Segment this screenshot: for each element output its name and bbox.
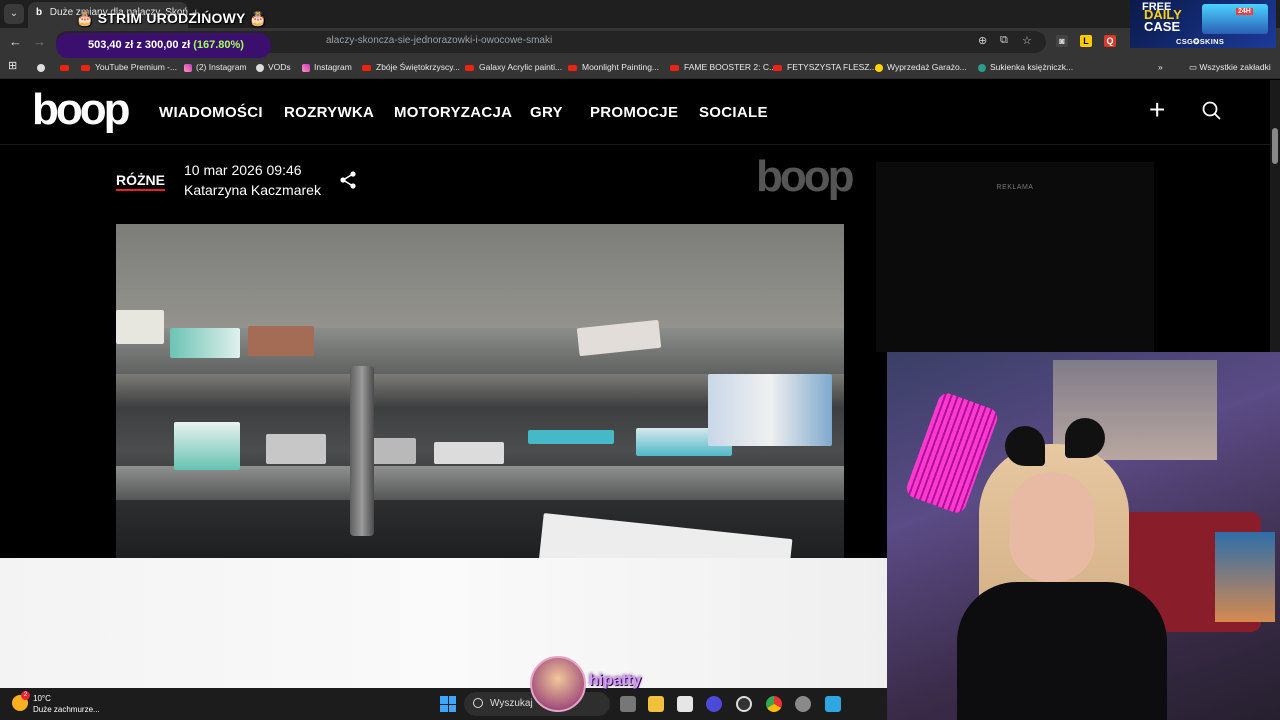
vape-device — [350, 366, 374, 536]
install-app-icon[interactable]: ⧉ — [1000, 34, 1008, 47]
product-pack — [174, 422, 240, 470]
bookmark-item[interactable]: FAME BOOSTER 2: C... — [670, 62, 776, 72]
shelf-lower — [116, 466, 844, 500]
donation-percent: (167.80%) — [193, 39, 244, 51]
weather-desc: Duże zachmurze... — [33, 705, 100, 714]
product-pack — [170, 328, 240, 358]
case-image: 24H — [1202, 4, 1268, 34]
site-favicon-icon: b — [36, 7, 43, 18]
store-icon[interactable] — [677, 696, 693, 712]
windows-taskbar: 2 10°C Duże zachmurze... Wyszukaj — [0, 688, 887, 720]
ad-slot[interactable]: REKLAMA — [876, 162, 1154, 352]
apps-grid-icon[interactable]: ⊞ — [8, 59, 17, 72]
bookmark-item[interactable]: Instagram — [302, 62, 352, 72]
nav-item[interactable]: SOCIALE — [699, 104, 768, 121]
article-date: 10 mar 2026 09:46 — [184, 162, 302, 178]
bookmarks-bar: ⊞ YouTube Premium -... (2) Instagram VOD… — [0, 56, 1280, 79]
cat-ear-right — [1065, 418, 1105, 458]
article-author[interactable]: Katarzyna Kaczmarek — [184, 182, 321, 198]
bookmark-star-icon[interactable]: ☆ — [1022, 34, 1032, 47]
bookmark-item[interactable]: VODs — [256, 62, 291, 72]
webcam-feed — [887, 352, 1280, 720]
product-pack — [434, 442, 504, 464]
chrome-icon[interactable] — [766, 696, 782, 712]
document-paper — [537, 513, 793, 558]
bookmark-item[interactable]: Sukienka księżniczk... — [978, 62, 1073, 72]
taskbar-search-icon — [473, 698, 483, 708]
stream-title: 🎂 STRIM URODZIŃOWY 🎂 — [76, 10, 268, 26]
back-icon[interactable]: ← — [9, 34, 22, 49]
nav-item[interactable]: WIADOMOŚCI — [159, 104, 263, 121]
product-pack — [708, 374, 832, 446]
obs-icon[interactable] — [736, 696, 752, 712]
weather-badge: 2 — [21, 691, 30, 700]
plus-icon[interactable]: + — [1149, 96, 1165, 124]
bookmark-item[interactable]: Galaxy Acrylic painti... — [465, 62, 562, 72]
promo-banner: FREE DAILY CASE 24H CSG✪SKINS — [1130, 0, 1276, 48]
nav-item[interactable]: GRY — [530, 104, 563, 121]
nav-item[interactable]: PROMOCJE — [590, 104, 678, 121]
file-explorer-icon[interactable] — [648, 696, 664, 712]
ad-label: REKLAMA — [996, 184, 1034, 191]
task-view-icon[interactable] — [620, 696, 636, 712]
painting-canvas — [1215, 532, 1275, 622]
all-bookmarks-folder[interactable]: ▭ Wszystkie zakładki — [1189, 62, 1271, 73]
windows-start-icon[interactable] — [440, 696, 456, 712]
tab-list-button[interactable]: ⌄ — [4, 4, 24, 24]
streamer-body — [957, 582, 1167, 720]
taskbar-search-label: Wyszukaj — [490, 698, 533, 709]
url-text[interactable]: alaczy-skoncza-sie-jednorazowki-i-owocow… — [326, 35, 552, 46]
search-icon[interactable] — [1201, 100, 1223, 122]
article-hero-image — [116, 224, 844, 558]
bookmark-red-icon[interactable] — [60, 62, 74, 72]
scroll-thumb[interactable] — [1272, 128, 1278, 164]
nav-item[interactable]: ROZRYWKA — [284, 104, 374, 121]
zoom-icon[interactable]: ⊕ — [978, 34, 987, 47]
extension-l-icon[interactable]: L — [1080, 35, 1092, 47]
watermark-logo: boop — [756, 152, 855, 201]
promo-line-3: CASE — [1144, 19, 1181, 34]
extension-icon[interactable]: ◙ — [1056, 35, 1068, 47]
product-pack — [248, 326, 314, 356]
site-header: boop WIADOMOŚCI ROZRYWKA MOTORYZACJA GRY… — [0, 80, 1270, 145]
bookmark-item[interactable]: Wyprzedaż Garażo... — [875, 62, 967, 72]
donation-raised: 503,40 zł z 300,00 zł — [88, 39, 191, 51]
donation-goal: 503,40 zł z 300,00 zł (167.80%) — [56, 33, 271, 58]
product-pack — [528, 430, 614, 444]
extension-q-icon[interactable]: Q — [1104, 35, 1116, 47]
weather-temp: 10°C — [33, 694, 51, 703]
promo-brand: CSG✪SKINS — [1176, 37, 1225, 46]
bookmark-item[interactable]: Zbóje Świętokrzyscy... — [362, 62, 460, 72]
streamer-name: hipatty — [589, 672, 642, 689]
bookmark-item[interactable]: (2) Instagram — [184, 62, 247, 72]
streamer-face — [1009, 472, 1095, 582]
product-pack — [266, 434, 326, 464]
notepad-icon[interactable] — [825, 696, 841, 712]
app-icon[interactable] — [706, 696, 722, 712]
more-bookmarks-icon[interactable]: » — [1158, 62, 1163, 72]
cat-ear-left — [1005, 426, 1045, 466]
product-pack — [116, 310, 164, 344]
settings-icon[interactable] — [795, 696, 811, 712]
overlay-panel — [0, 558, 887, 688]
bookmark-item[interactable]: Moonlight Painting... — [568, 62, 659, 72]
bookmark-item[interactable]: FETYSZYSTA FLESZ... — [773, 62, 877, 72]
bookmark-globe-icon[interactable] — [37, 62, 49, 72]
promo-badge: 24H — [1236, 8, 1253, 15]
nav-item[interactable]: MOTORYZACJA — [394, 104, 512, 121]
site-logo[interactable]: boop — [32, 87, 131, 133]
article-category[interactable]: RÓŻNE — [116, 172, 165, 191]
bookmark-item[interactable]: YouTube Premium -... — [81, 62, 177, 72]
forward-icon[interactable]: → — [33, 34, 46, 49]
streamer-avatar — [530, 656, 586, 712]
share-icon[interactable] — [338, 170, 358, 190]
